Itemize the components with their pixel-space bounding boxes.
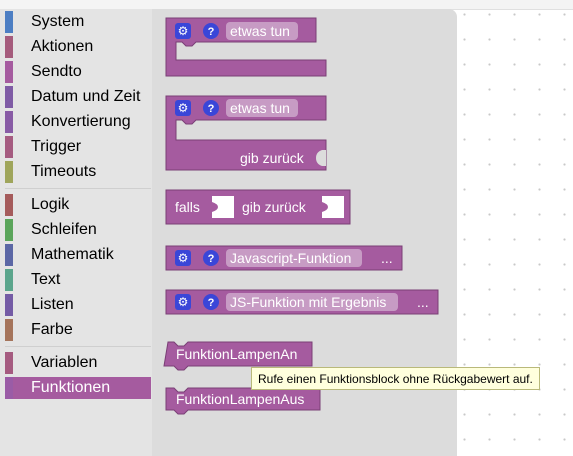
help-icon-glyph: ? — [208, 103, 215, 115]
javascript-function-result-block[interactable]: ⚙ ? JS-Funktion mit Ergebnis ... — [165, 289, 439, 315]
function-call-block-lampen-an[interactable]: FunktionLampenAn — [163, 341, 313, 371]
edit-code-dots[interactable]: ... — [417, 294, 429, 310]
block-tooltip: Rufe einen Funktionsblock ohne Rückgabew… — [251, 367, 540, 390]
if-label: falls — [175, 199, 200, 215]
help-icon-glyph: ? — [208, 253, 215, 265]
function-name-text: JS-Funktion mit Ergebnis — [230, 294, 386, 310]
gear-icon-glyph: ⚙ — [178, 295, 189, 309]
gear-icon-glyph: ⚙ — [178, 24, 189, 38]
function-call-name: FunktionLampenAn — [176, 346, 297, 362]
function-call-block-lampen-aus[interactable]: FunktionLampenAus — [165, 387, 321, 415]
function-name-text: etwas tun — [230, 23, 290, 39]
gear-icon-glyph: ⚙ — [178, 101, 189, 115]
function-name-text: Javascript-Funktion — [230, 250, 351, 266]
gear-icon-glyph: ⚙ — [178, 251, 189, 265]
edit-code-dots[interactable]: ... — [381, 250, 393, 266]
procedure-def-return-block[interactable]: ⚙ ? etwas tun gib zurück — [165, 95, 327, 171]
help-icon-glyph: ? — [208, 297, 215, 309]
if-return-block[interactable]: falls gib zurück — [165, 189, 351, 225]
return-label: gib zurück — [242, 199, 307, 215]
javascript-function-block[interactable]: ⚙ ? Javascript-Funktion ... — [165, 245, 403, 271]
function-call-name: FunktionLampenAus — [176, 391, 304, 407]
function-name-text: etwas tun — [230, 100, 290, 116]
procedure-def-block[interactable]: ⚙ ? etwas tun — [165, 17, 327, 77]
help-icon-glyph: ? — [208, 26, 215, 38]
return-label: gib zurück — [240, 150, 305, 166]
tooltip-text: Rufe einen Funktionsblock ohne Rückgabew… — [258, 371, 533, 386]
